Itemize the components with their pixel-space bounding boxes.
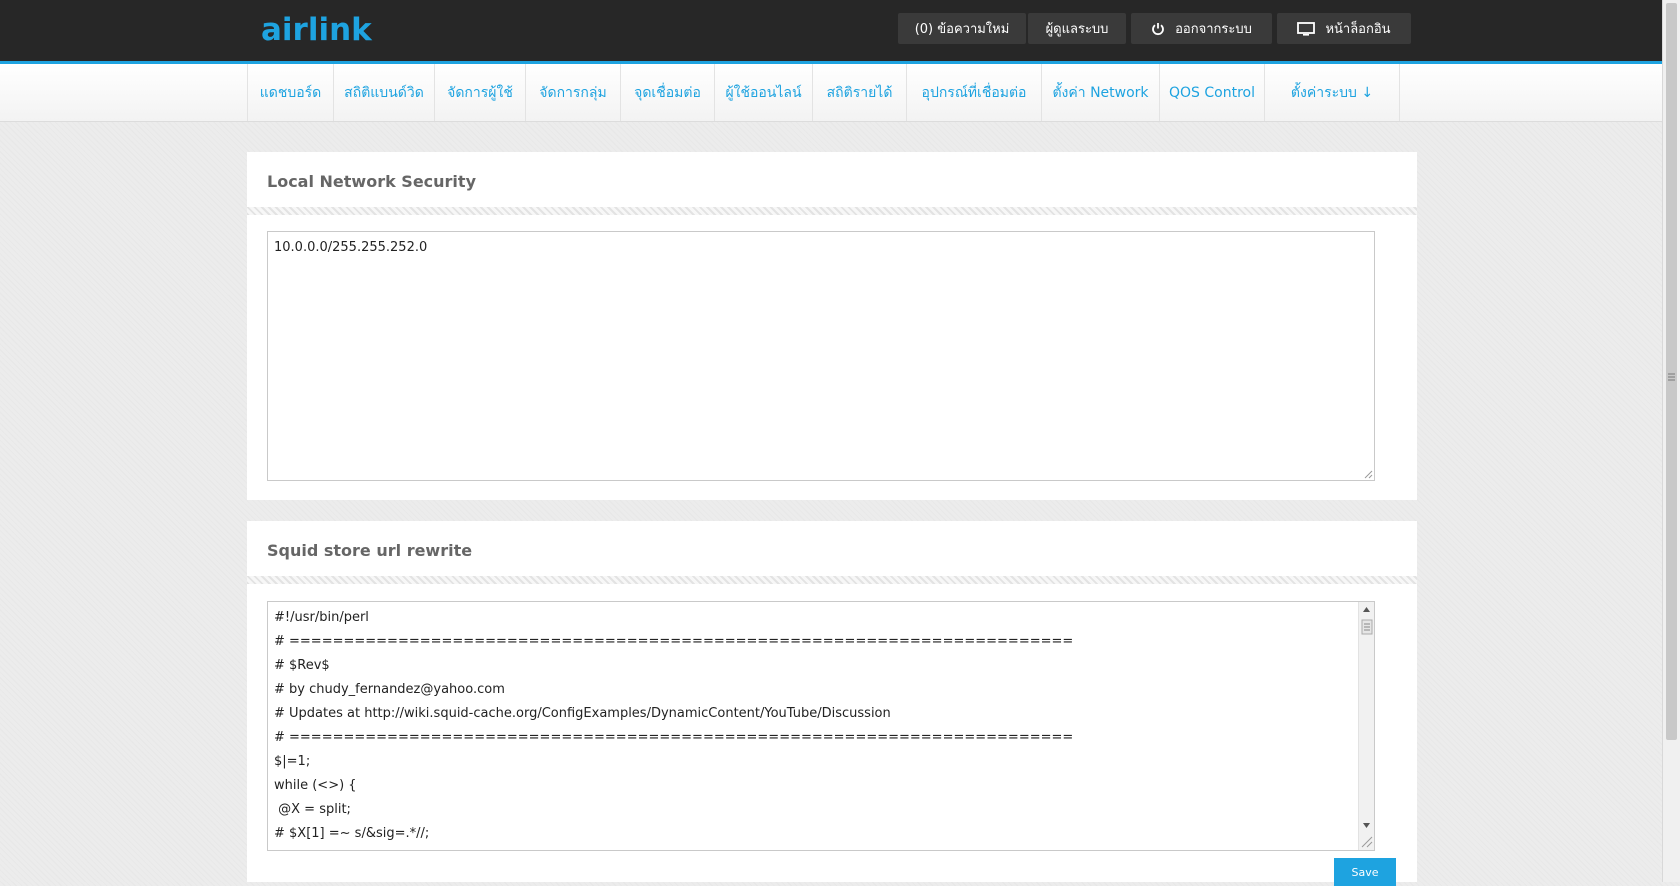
nav-label: จัดการผู้ใช้	[447, 84, 513, 101]
top-bar: airlink (0) ข้อความใหม่ ผู้ดูแลระบบ ออกจ…	[0, 0, 1662, 61]
nav-item-access-points[interactable]: จุดเชื่อมต่อ	[621, 64, 715, 121]
main-nav: แดชบอร์ด สถิติแบนด์วิด จัดการผู้ใช้ จัดก…	[247, 64, 1400, 121]
code-line: #!/usr/bin/perl	[274, 610, 369, 625]
logo[interactable]: airlink	[261, 12, 372, 48]
code-line: # $Rev$	[274, 658, 330, 673]
nav-item-system-settings[interactable]: ตั้งค่าระบบ ↓	[1265, 64, 1400, 121]
squid-url-rewrite-panel: Squid store url rewrite #!/usr/bin/perl …	[247, 521, 1417, 882]
code-line: # Updates at http://wiki.squid-cache.org…	[274, 706, 891, 721]
login-page-label: หน้าล็อกอิน	[1325, 22, 1391, 37]
nav-label: จัดการกลุ่ม	[539, 84, 607, 101]
login-page-button[interactable]: หน้าล็อกอิน	[1277, 13, 1411, 44]
nav-item-online-users[interactable]: ผู้ใช้ออนไลน์	[715, 64, 813, 121]
code-line: while (<>) {	[274, 778, 357, 793]
local-network-textarea[interactable]: 10.0.0.0/255.255.252.0	[267, 231, 1375, 481]
nav-item-manage-groups[interactable]: จัดการกลุ่ม	[526, 64, 621, 121]
scroll-down-icon	[1363, 823, 1370, 828]
code-line: # by chudy_fernandez@yahoo.com	[274, 682, 505, 697]
nav-item-bandwidth-stats[interactable]: สถิติแบนด์วิด	[334, 64, 435, 121]
nav-label: ตั้งค่าระบบ ↓	[1290, 84, 1374, 101]
code-line: # ======================================…	[274, 634, 1074, 649]
nav-label: สถิติแบนด์วิด	[344, 84, 424, 101]
monitor-icon	[1297, 21, 1316, 36]
nav-label: สถิติรายได้	[826, 84, 893, 101]
admin-label: ผู้ดูแลระบบ	[1045, 22, 1109, 37]
textarea-value: 10.0.0.0/255.255.252.0	[274, 240, 428, 255]
logout-button[interactable]: ออกจากระบบ	[1131, 13, 1272, 44]
code-line: # $X[1] =~ s/&sig=.*//;	[274, 826, 430, 841]
power-icon	[1151, 22, 1165, 36]
logout-label: ออกจากระบบ	[1175, 22, 1252, 37]
squid-script-textarea[interactable]: #!/usr/bin/perl # ======================…	[267, 601, 1375, 851]
page-scrollbar[interactable]	[1662, 0, 1680, 882]
scroll-grip-icon	[1668, 373, 1675, 381]
code-line: # ======================================…	[274, 730, 1074, 745]
code-line: @X = split;	[274, 802, 351, 817]
nav-item-manage-users[interactable]: จัดการผู้ใช้	[435, 64, 526, 121]
nav-label: ตั้งค่า Network	[1052, 84, 1149, 101]
nav-label: แดชบอร์ด	[259, 84, 322, 101]
nav-item-revenue-stats[interactable]: สถิติรายได้	[813, 64, 907, 121]
resize-handle-icon[interactable]	[1364, 470, 1373, 479]
textarea-scrollbar[interactable]	[1358, 602, 1374, 850]
nav-label: QOS Control	[1169, 84, 1255, 101]
scroll-up-icon	[1363, 607, 1370, 612]
nav-item-dashboard[interactable]: แดชบอร์ด	[248, 64, 334, 121]
nav-label: จุดเชื่อมต่อ	[634, 84, 701, 101]
nav-item-connected-devices[interactable]: อุปกรณ์ที่เชื่อมต่อ	[907, 64, 1042, 121]
code-line: $|=1;	[274, 754, 311, 769]
nav-item-qos-control[interactable]: QOS Control	[1160, 64, 1265, 121]
nav-item-network-settings[interactable]: ตั้งค่า Network	[1042, 64, 1160, 121]
panel-divider	[247, 576, 1417, 584]
panel-title: Local Network Security	[267, 172, 476, 191]
nav-label: ผู้ใช้ออนไลน์	[725, 84, 802, 101]
panel-title: Squid store url rewrite	[267, 541, 473, 560]
new-messages-label: (0) ข้อความใหม่	[914, 22, 1010, 37]
new-messages-button[interactable]: (0) ข้อความใหม่	[898, 13, 1026, 44]
local-network-security-panel: Local Network Security 10.0.0.0/255.255.…	[247, 152, 1417, 500]
code-lines: #!/usr/bin/perl # ======================…	[268, 602, 1374, 846]
admin-button[interactable]: ผู้ดูแลระบบ	[1028, 13, 1126, 44]
main-nav-bar: แดชบอร์ด สถิติแบนด์วิด จัดการผู้ใช้ จัดก…	[0, 64, 1662, 122]
panel-divider	[247, 207, 1417, 215]
nav-label: อุปกรณ์ที่เชื่อมต่อ	[921, 84, 1027, 101]
